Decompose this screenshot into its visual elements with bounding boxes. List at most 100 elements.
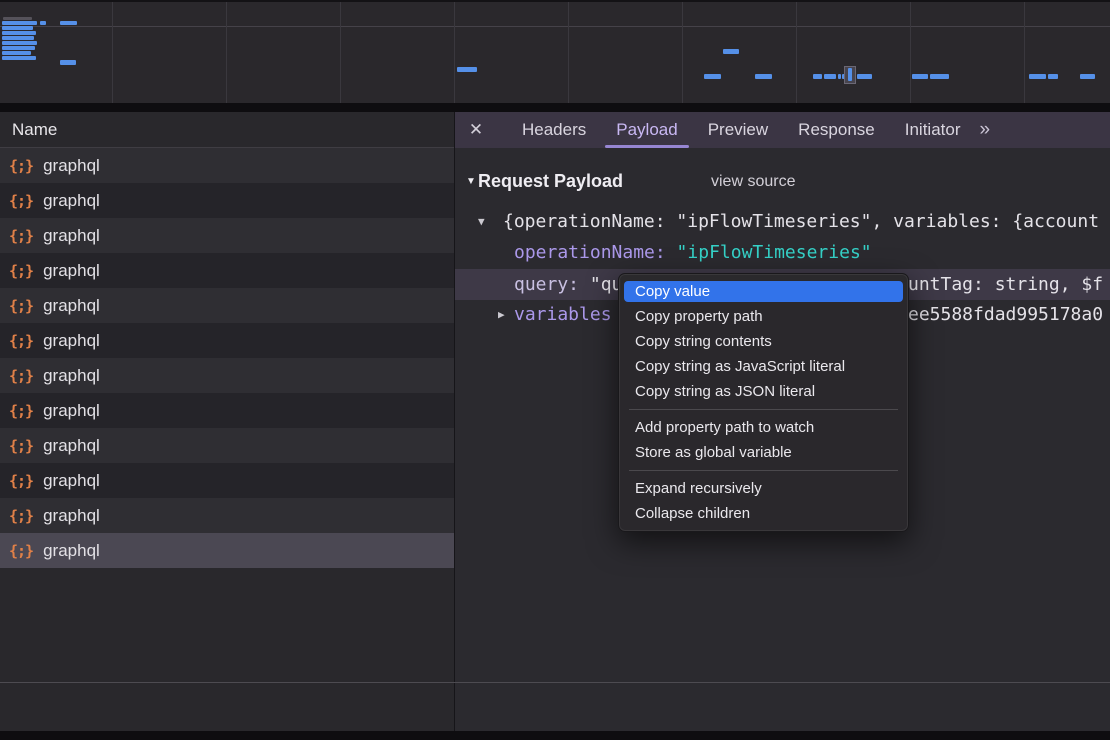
waterfall-bar: [60, 60, 76, 65]
json-icon: {;}: [9, 157, 33, 175]
tree-row-root[interactable]: ▼ {operationName: "ipFlowTimeseries", va…: [455, 206, 1110, 237]
menu-item-copy-property-path[interactable]: Copy property path: [624, 306, 903, 327]
request-name: graphql: [43, 366, 100, 386]
context-menu: Copy value Copy property path Copy string …: [618, 273, 909, 532]
query-value-tail: untTag: string, $f: [908, 269, 1103, 300]
waterfall-bar: [2, 46, 35, 50]
overview-midline: [0, 26, 1110, 27]
waterfall-bar: [838, 74, 841, 79]
tab-response[interactable]: Response: [783, 112, 890, 148]
panel-divider-bottom: [0, 731, 1110, 740]
waterfall-bar: [813, 74, 822, 79]
request-name: graphql: [43, 331, 100, 351]
table-row[interactable]: {;} graphql: [0, 288, 454, 323]
timeline-gridline: [910, 2, 911, 103]
waterfall-bar: [912, 74, 928, 79]
property-query: query: "qu: [514, 269, 622, 300]
panel-divider-top: [0, 103, 1110, 112]
menu-separator: [629, 409, 898, 410]
request-name: graphql: [43, 401, 100, 421]
menu-item-copy-string-as-json-literal[interactable]: Copy string as JSON literal: [624, 381, 903, 402]
root-object-preview: {operationName: "ipFlowTimeseries", vari…: [503, 206, 1099, 237]
waterfall-bar: [457, 67, 477, 72]
request-name: graphql: [43, 191, 100, 211]
section-collapse-triangle-icon[interactable]: ▼: [466, 176, 476, 187]
tab-payload[interactable]: Payload: [601, 112, 692, 148]
timeline-gridline: [454, 2, 455, 103]
timeline-marker-bar: [848, 68, 852, 81]
json-icon: {;}: [9, 297, 33, 315]
waterfall-bar: [3, 17, 32, 20]
timeline-gridline: [340, 2, 341, 103]
waterfall-bar: [2, 31, 36, 35]
requests-table: Name {;}graphql{;}graphql{;}graphql{;}gr…: [0, 112, 455, 731]
table-row[interactable]: {;}graphql: [0, 323, 454, 358]
request-name: graphql: [43, 436, 100, 456]
json-icon: {;}: [9, 507, 33, 525]
request-payload-section: ▼ Request Payload view source: [455, 171, 1110, 195]
waterfall-bar: [1080, 74, 1095, 79]
menu-item-expand-recursively[interactable]: Expand recursively: [624, 478, 903, 499]
request-name: graphql: [43, 261, 100, 281]
menu-item-collapse-children[interactable]: Collapse children: [624, 503, 903, 524]
expand-triangle-icon[interactable]: ▶: [498, 299, 505, 330]
request-name: graphql: [43, 226, 100, 246]
tabs-container: HeadersPayloadPreviewResponseInitiator: [497, 112, 975, 148]
more-tabs-icon[interactable]: »: [979, 119, 988, 141]
request-name: graphql: [43, 506, 100, 526]
table-row[interactable]: {;} graphql: [0, 218, 454, 253]
timeline-gridline: [1024, 2, 1025, 103]
waterfall-bar: [2, 21, 37, 25]
tree-row-operation-name[interactable]: operationName: "ipFlowTimeseries": [455, 237, 1110, 268]
waterfall-bar: [824, 74, 836, 79]
request-name: graphql: [43, 296, 100, 316]
json-icon: {;}: [9, 367, 33, 385]
tab-headers[interactable]: Headers: [507, 112, 601, 148]
waterfall-bar: [2, 56, 36, 60]
waterfall-bar: [704, 74, 721, 79]
waterfall-bar: [930, 74, 949, 79]
table-row[interactable]: {;}graphql: [0, 463, 454, 498]
tab-preview[interactable]: Preview: [693, 112, 783, 148]
request-name: graphql: [43, 541, 100, 561]
table-row[interactable]: {;} graphql: [0, 428, 454, 463]
menu-item-copy-value[interactable]: Copy value: [624, 281, 903, 302]
request-rows: {;} graphql {;} graphql {;} graphql {;} graphql…: [0, 148, 454, 568]
request-name: graphql: [43, 156, 100, 176]
json-icon: {;}: [9, 192, 33, 210]
timeline-gridline: [226, 2, 227, 103]
waterfall-bar: [2, 26, 33, 30]
table-row[interactable]: {;} graphql: [0, 358, 454, 393]
table-row[interactable]: {;} graphql: [0, 183, 454, 218]
waterfall-bar: [2, 41, 37, 45]
table-row[interactable]: {;}graphql: [0, 393, 454, 428]
request-name: graphql: [43, 471, 100, 491]
tab-initiator[interactable]: Initiator: [890, 112, 976, 148]
json-icon: {;}: [9, 262, 33, 280]
menu-item-copy-string-as-javascript-literal[interactable]: Copy string as JavaScript literal: [624, 356, 903, 377]
json-icon: {;}: [9, 227, 33, 245]
table-row[interactable]: {;} graphql: [0, 533, 454, 568]
section-title: Request Payload: [478, 171, 623, 192]
close-icon[interactable]: ✕: [455, 120, 497, 140]
menu-item-store-as-global-variable[interactable]: Store as global variable: [624, 442, 903, 463]
property-operation-name: operationName: "ipFlowTimeseries": [514, 237, 872, 268]
menu-item-copy-string-contents[interactable]: Copy string contents: [624, 331, 903, 352]
waterfall-bar: [2, 36, 34, 40]
devtools-network-panel: Name {;}graphql{;}graphql{;}graphql{;}gr…: [0, 0, 1110, 740]
menu-item-add-property-path-to-watch[interactable]: Add property path to watch: [624, 417, 903, 438]
summary-bar-divider: [0, 682, 1110, 683]
table-row[interactable]: {;} graphql: [0, 253, 454, 288]
waterfall-bar: [857, 74, 872, 79]
json-icon: {;}: [9, 542, 33, 560]
table-row[interactable]: {;} graphql: [0, 498, 454, 533]
column-header-name[interactable]: Name: [0, 112, 454, 148]
property-variables: variables: [514, 299, 612, 330]
table-row[interactable]: {;} graphql: [0, 148, 454, 183]
network-overview-timeline[interactable]: [0, 0, 1110, 103]
collapse-triangle-icon[interactable]: ▼: [478, 206, 485, 237]
waterfall-bar: [755, 74, 772, 79]
view-source-link[interactable]: view source: [711, 173, 795, 191]
json-icon: {;}: [9, 437, 33, 455]
details-tab-bar: ✕ HeadersPayloadPreviewResponseInitiator…: [455, 112, 1110, 148]
